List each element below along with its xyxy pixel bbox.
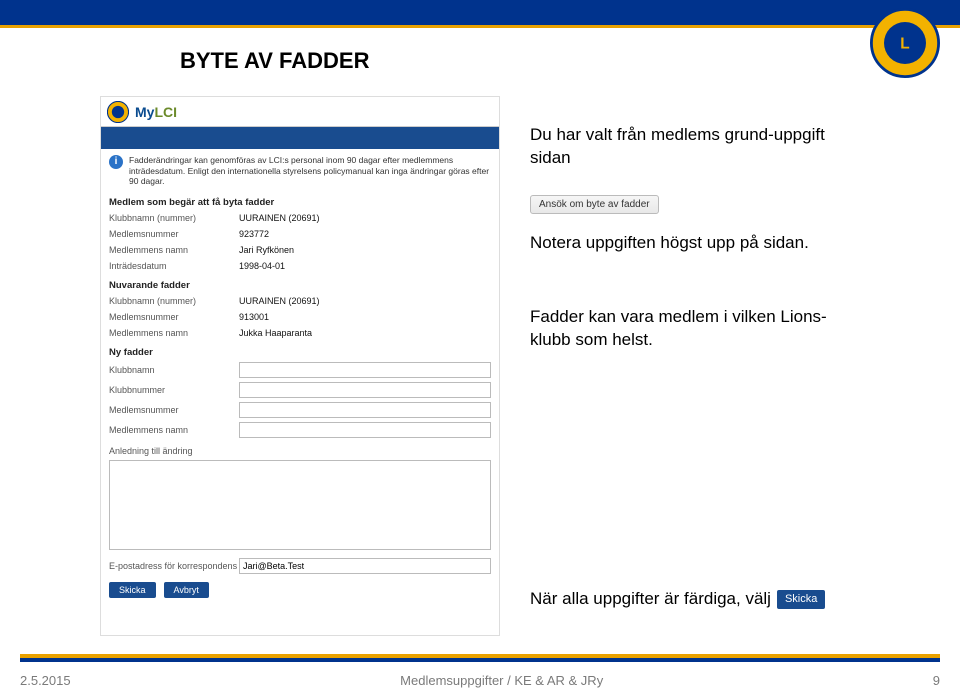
row-member-namn: Medlemmens namn Jari Ryfkönen	[101, 242, 499, 258]
label-epost: E-postadress för korrespondens	[109, 561, 239, 571]
row-current-namn: Medlemmens namn Jukka Haaparanta	[101, 325, 499, 341]
footer-date: 2.5.2015	[20, 673, 71, 688]
top-blue-bar	[0, 0, 960, 28]
value-current-klubb: UURAINEN (20691)	[239, 296, 491, 306]
mylci-header: MyLCI	[101, 97, 499, 127]
textarea-anledning[interactable]	[109, 460, 491, 550]
input-new-medlemsnummer[interactable]	[239, 402, 491, 418]
instruction-1: Du har valt från medlems grund-uppgift s…	[530, 124, 850, 170]
instruction-3: Fadder kan vara medlem i vilken Lions-kl…	[530, 306, 850, 352]
row-member-klubbnamn: Klubbnamn (nummer) UURAINEN (20691)	[101, 210, 499, 226]
row-member-nummer: Medlemsnummer 923772	[101, 226, 499, 242]
mylci-menu-bar	[101, 127, 499, 149]
label-current-klubbnamn-num: Klubbnamn (nummer)	[109, 296, 239, 306]
value-member-namn: Jari Ryfkönen	[239, 245, 491, 255]
row-anledning-input	[101, 458, 499, 556]
value-current-nummer: 913001	[239, 312, 491, 322]
skicka-button[interactable]: Skicka	[109, 582, 156, 598]
section-current-heading: Nuvarande fadder	[101, 274, 499, 293]
brand-my: My	[135, 104, 154, 120]
lions-logo-mini	[107, 101, 129, 123]
footer-center: Medlemsuppgifter / KE & AR & JRy	[400, 673, 603, 688]
mylci-brand: MyLCI	[135, 104, 177, 120]
slide-title: BYTE AV FADDER	[180, 48, 369, 74]
row-current-klubb: Klubbnamn (nummer) UURAINEN (20691)	[101, 293, 499, 309]
label-current-medlemsnummer: Medlemsnummer	[109, 312, 239, 322]
lions-logo-icon: L	[870, 8, 940, 78]
lions-logo-top: L	[870, 8, 940, 78]
instruction-2: Notera uppgiften högst upp på sidan.	[530, 232, 850, 255]
label-klubbnamn-num: Klubbnamn (nummer)	[109, 213, 239, 223]
value-member-nummer: 923772	[239, 229, 491, 239]
label-new-klubbnummer: Klubbnummer	[109, 385, 239, 395]
brand-lci: LCI	[154, 104, 177, 120]
skicka-pill: Skicka	[777, 590, 825, 609]
input-new-namn[interactable]	[239, 422, 491, 438]
label-new-medlemsnummer: Medlemsnummer	[109, 405, 239, 415]
value-member-datum: 1998-04-01	[239, 261, 491, 271]
avbryt-button[interactable]: Avbryt	[164, 582, 209, 598]
label-new-klubbnamn: Klubbnamn	[109, 365, 239, 375]
row-new-klubbnummer: Klubbnummer	[101, 380, 499, 400]
ansok-om-byte-button[interactable]: Ansök om byte av fadder	[530, 195, 659, 214]
info-icon: i	[109, 155, 123, 169]
row-member-datum: Inträdesdatum 1998-04-01	[101, 258, 499, 274]
instruction-4-text: När alla uppgifter är färdiga, välj	[530, 588, 771, 611]
label-current-namn: Medlemmens namn	[109, 328, 239, 338]
label-new-namn: Medlemmens namn	[109, 425, 239, 435]
row-current-nummer: Medlemsnummer 913001	[101, 309, 499, 325]
value-member-klubbnamn: UURAINEN (20691)	[239, 213, 491, 223]
label-medlemsnummer: Medlemsnummer	[109, 229, 239, 239]
label-anledning: Anledning till ändring	[109, 446, 239, 456]
input-new-klubbnamn[interactable]	[239, 362, 491, 378]
row-new-medlemsnummer: Medlemsnummer	[101, 400, 499, 420]
label-medlemmens-namn: Medlemmens namn	[109, 245, 239, 255]
mylci-screenshot: MyLCI i Fadderändringar kan genomföras a…	[100, 96, 500, 636]
bottom-rule-blue	[20, 658, 940, 662]
footer-page: 9	[933, 673, 940, 688]
info-text: Fadderändringar kan genomföras av LCI:s …	[129, 155, 491, 187]
button-row: Skicka Avbryt	[101, 576, 499, 604]
instruction-4: När alla uppgifter är färdiga, välj Skic…	[530, 588, 850, 611]
input-new-klubbnummer[interactable]	[239, 382, 491, 398]
footer: 2.5.2015 Medlemsuppgifter / KE & AR & JR…	[20, 673, 940, 688]
info-box: i Fadderändringar kan genomföras av LCI:…	[101, 149, 499, 191]
row-new-namn: Medlemmens namn	[101, 420, 499, 440]
section-new-heading: Ny fadder	[101, 341, 499, 360]
row-epost: E-postadress för korrespondens	[101, 556, 499, 576]
row-new-klubbnamn: Klubbnamn	[101, 360, 499, 380]
label-intradesdatum: Inträdesdatum	[109, 261, 239, 271]
value-current-namn: Jukka Haaparanta	[239, 328, 491, 338]
input-epost[interactable]	[239, 558, 491, 574]
ansok-button-wrap: Ansök om byte av fadder	[530, 194, 659, 214]
svg-text:L: L	[900, 36, 909, 53]
section-request-heading: Medlem som begär att få byta fadder	[101, 191, 499, 210]
row-anledning-label: Anledning till ändring	[101, 440, 499, 458]
